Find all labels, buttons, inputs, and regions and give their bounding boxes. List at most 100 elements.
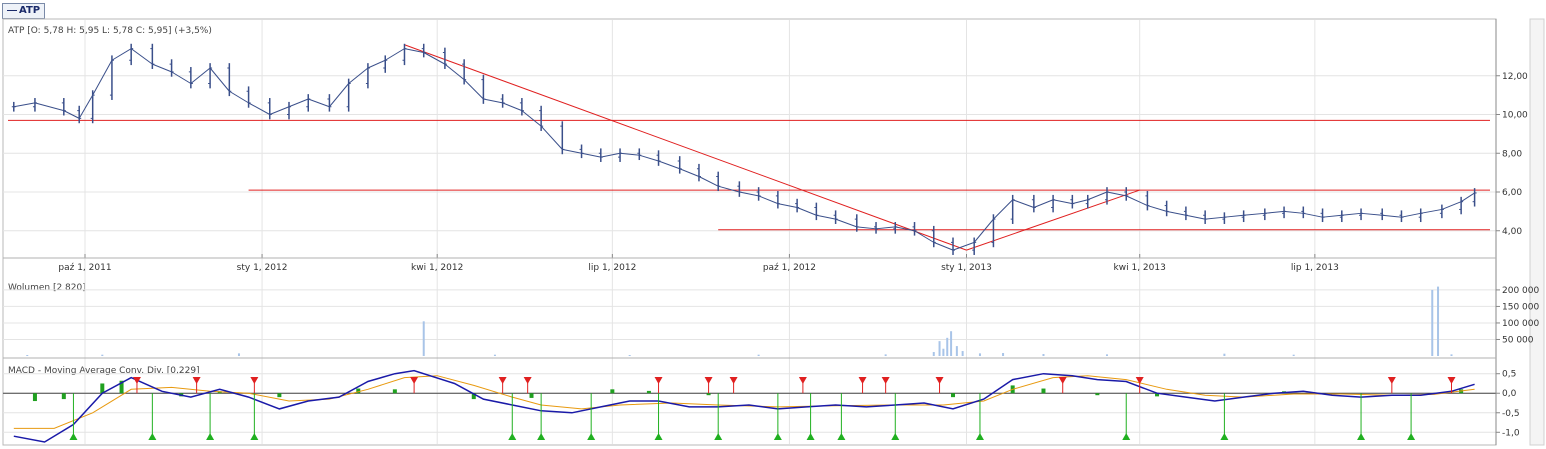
price-path-segment bbox=[171, 71, 192, 84]
macd-histogram-bar bbox=[61, 393, 66, 400]
price-path-segment bbox=[111, 48, 132, 61]
price-panel-title: ATP [O: 5,78 H: 5,95 L: 5,78 C: 5,95] (+… bbox=[8, 26, 212, 36]
volume-bar bbox=[955, 346, 958, 356]
sell-signal-marker bbox=[250, 377, 259, 384]
macd-histogram-bar bbox=[277, 393, 282, 398]
price-path-segment bbox=[152, 63, 172, 73]
price-path-segment bbox=[562, 148, 582, 154]
volume-bar bbox=[950, 331, 953, 356]
volume-bar bbox=[1437, 286, 1440, 356]
volume-bar bbox=[757, 354, 760, 356]
price-path-segment bbox=[777, 203, 798, 208]
price-path-segment bbox=[993, 199, 1014, 220]
volume-bar bbox=[978, 353, 981, 356]
price-path-segment bbox=[540, 125, 563, 150]
buy-signal-marker bbox=[714, 433, 723, 440]
price-path-segment bbox=[329, 83, 350, 108]
buy-signal-marker bbox=[1220, 433, 1229, 440]
x-tick-label: sty 1, 2012 bbox=[237, 263, 288, 273]
price-path-segment bbox=[521, 110, 542, 127]
macd-histogram-bar bbox=[610, 389, 615, 394]
volume-bar bbox=[1002, 353, 1005, 356]
volume-bar bbox=[1223, 353, 1226, 356]
vol-y-tick-label: 200 000 bbox=[1502, 286, 1539, 296]
price-y-tick-label: 10,00 bbox=[1502, 111, 1528, 121]
price-path-segment bbox=[1126, 195, 1148, 207]
sell-signal-marker bbox=[881, 377, 890, 384]
buy-signal-marker bbox=[1122, 433, 1131, 440]
price-path-segment bbox=[1166, 210, 1186, 216]
price-path-segment bbox=[92, 60, 113, 96]
volume-bar bbox=[26, 355, 29, 356]
price-path-segment bbox=[639, 154, 659, 162]
price-path-segment bbox=[856, 226, 877, 230]
sell-signal-marker bbox=[858, 377, 867, 384]
volume-bars bbox=[26, 286, 1453, 356]
sell-signal-marker bbox=[654, 377, 663, 384]
macd-histogram-bar bbox=[646, 390, 651, 394]
volume-bar bbox=[946, 337, 949, 356]
vol-y-tick-label: 50 000 bbox=[1502, 335, 1534, 345]
price-path-segment bbox=[1284, 210, 1304, 214]
price-path-segment bbox=[1087, 191, 1108, 201]
axis-ticks: paź 1, 2011 sty 1, 2012 kwi 1, 2012 lip 1, … bbox=[58, 19, 1539, 445]
chart-frame bbox=[2, 18, 1497, 446]
macd-signal-line bbox=[13, 375, 1475, 429]
price-path-segment bbox=[229, 90, 249, 104]
buy-signal-marker bbox=[1357, 433, 1366, 440]
price-path-segment bbox=[758, 195, 779, 205]
price-path-segment bbox=[739, 191, 759, 197]
price-path-segment bbox=[308, 98, 330, 108]
macd-y-tick-label: 0,0 bbox=[1502, 389, 1517, 399]
price-path-segment bbox=[600, 152, 621, 158]
volume-bar bbox=[1042, 354, 1045, 356]
buy-signal-marker bbox=[806, 433, 815, 440]
macd-histogram-bar bbox=[1041, 388, 1046, 394]
price-path-segment bbox=[1420, 208, 1442, 214]
price-path-segment bbox=[1033, 199, 1054, 208]
x-tick-label: kwi 1, 2012 bbox=[411, 263, 463, 273]
price-path-segment bbox=[1264, 210, 1285, 214]
buy-signal-marker bbox=[587, 433, 596, 440]
price-path-segment bbox=[1322, 214, 1342, 218]
price-path-segment bbox=[13, 102, 36, 108]
sell-signal-marker bbox=[1387, 377, 1396, 384]
price-path-segment bbox=[1185, 214, 1206, 220]
price-path-segment bbox=[1012, 199, 1035, 208]
price-path-segment bbox=[933, 241, 954, 251]
price-path-segment bbox=[444, 63, 465, 81]
sell-signal-marker bbox=[1058, 377, 1067, 384]
sell-signal-marker bbox=[798, 377, 807, 384]
price-path-segment bbox=[1205, 216, 1225, 220]
sell-signal-marker bbox=[523, 377, 532, 384]
price-path-segment bbox=[248, 102, 270, 115]
x-tick-label: paź 1, 2011 bbox=[58, 263, 111, 273]
sell-signal-marker bbox=[1447, 377, 1456, 384]
buy-signal-marker bbox=[975, 433, 984, 440]
vol-y-tick-label: 150 000 bbox=[1502, 302, 1539, 312]
price-path-segment bbox=[1072, 199, 1088, 205]
vol-y-tick-label: 100 000 bbox=[1502, 319, 1539, 329]
price-path-segment bbox=[209, 67, 230, 92]
sell-signal-marker bbox=[935, 377, 944, 384]
sell-signal-marker bbox=[132, 377, 141, 384]
price-path-segment bbox=[1382, 214, 1402, 218]
price-path-segment bbox=[698, 176, 719, 187]
x-tick-label: lip 1, 2012 bbox=[588, 263, 636, 273]
macd-histogram-bar bbox=[392, 389, 397, 394]
buy-signal-marker bbox=[537, 433, 546, 440]
macd-panel-title: MACD - Moving Average Conv. Div. [0,229] bbox=[8, 366, 200, 376]
volume-bar bbox=[493, 354, 496, 356]
price-path-segment bbox=[34, 102, 64, 112]
volume-bar bbox=[1450, 354, 1453, 356]
macd-histogram-bar bbox=[951, 393, 956, 398]
price-path-segment bbox=[581, 152, 601, 158]
volume-bar bbox=[1292, 354, 1295, 356]
volume-bar bbox=[1105, 354, 1108, 356]
sell-signal-marker bbox=[704, 377, 713, 384]
buy-signal-marker bbox=[69, 433, 78, 440]
price-path-segment bbox=[1053, 199, 1073, 205]
buy-signal-marker bbox=[654, 433, 663, 440]
price-path-segment bbox=[384, 48, 405, 61]
price-path-segment bbox=[835, 218, 857, 228]
